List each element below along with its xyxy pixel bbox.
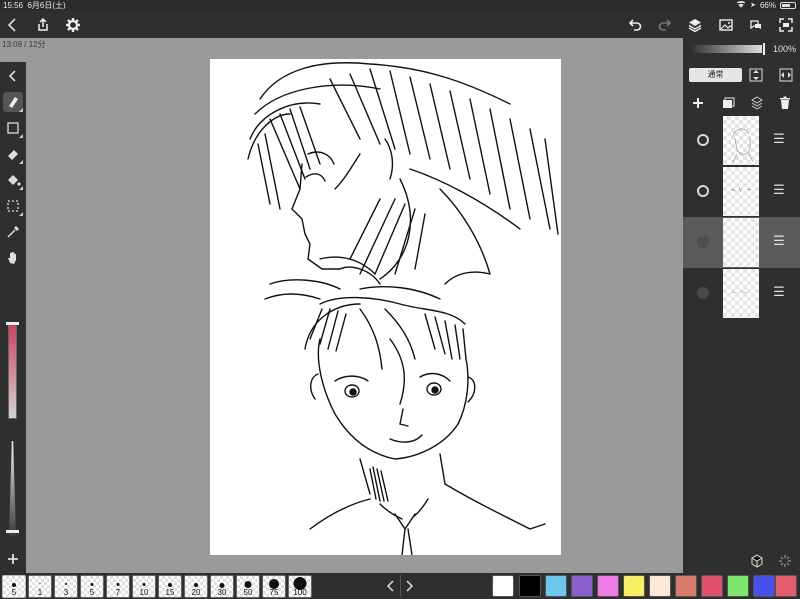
brush-size-slider[interactable] (8, 323, 17, 419)
layer-item[interactable]: ☰ (683, 268, 800, 319)
color-swatch[interactable] (623, 575, 645, 597)
drawing-timer: 13:08 / 12分 (2, 40, 46, 49)
loading-spinner-icon (777, 553, 793, 569)
brush-size-preset[interactable]: 50 (236, 575, 260, 598)
material-icon[interactable] (746, 15, 766, 35)
color-swatch[interactable] (649, 575, 671, 597)
layer-opacity-value: 100% (773, 44, 797, 54)
layer-thumbnail (723, 218, 759, 267)
brush-size-preset[interactable]: 5 (80, 575, 104, 598)
flip-horizontal-icon[interactable] (778, 67, 794, 83)
layers-icon[interactable] (685, 15, 705, 35)
layer-menu-icon[interactable]: ☰ (772, 285, 786, 299)
brush-size-preset[interactable]: 20 (184, 575, 208, 598)
status-time: 15:56 (3, 1, 24, 10)
selection-tool-icon[interactable] (3, 196, 23, 216)
brush-size-preset[interactable]: 100 (288, 575, 312, 598)
layer-item[interactable]: ☰ (683, 217, 800, 268)
brush-opacity-knob[interactable] (6, 530, 19, 533)
color-swatch[interactable] (753, 575, 775, 597)
brush-size-knob[interactable] (6, 322, 19, 325)
brush-size-preset[interactable]: 7 (106, 575, 130, 598)
trash-icon[interactable] (777, 95, 793, 111)
hand-tool-icon[interactable] (3, 248, 23, 268)
drawing-canvas[interactable] (210, 59, 561, 556)
layer-item[interactable]: ☰ (683, 166, 800, 217)
color-swatch[interactable] (519, 575, 541, 597)
brush-size-preset[interactable]: 30 (210, 575, 234, 598)
share-icon[interactable] (33, 15, 53, 35)
battery-level (782, 4, 790, 7)
color-swatch[interactable] (727, 575, 749, 597)
undo-icon[interactable] (625, 15, 645, 35)
color-swatch[interactable] (571, 575, 593, 597)
layer-menu-icon[interactable]: ☰ (772, 132, 786, 146)
layer-thumbnail (723, 116, 759, 165)
gear-icon[interactable] (63, 15, 83, 35)
location-icon: ➤ (750, 2, 756, 9)
brush-size-preset[interactable]: 1 (28, 575, 52, 598)
layer-menu-icon[interactable]: ☰ (772, 183, 786, 197)
battery-icon (780, 2, 796, 9)
layer-item[interactable]: ☰ (683, 115, 800, 166)
brush-size-preset[interactable]: 3 (54, 575, 78, 598)
add-layer-icon[interactable] (690, 95, 706, 111)
battery-percent: 66% (759, 1, 776, 10)
brush-size-preset[interactable]: 5 (2, 575, 26, 598)
brush-size-preset[interactable]: 10 (132, 575, 156, 598)
chevron-right-icon[interactable] (402, 578, 416, 594)
color-swatch[interactable] (545, 575, 567, 597)
image-icon[interactable] (716, 15, 736, 35)
redo-icon[interactable] (655, 15, 675, 35)
back-icon[interactable] (3, 15, 23, 35)
status-bar: 15:56 6月6日(土) ➤ 66% (0, 0, 800, 11)
status-date: 6月6日(土) (27, 1, 66, 10)
color-swatch[interactable] (701, 575, 723, 597)
top-toolbar (0, 11, 800, 38)
brush-size-preset[interactable]: 75 (262, 575, 286, 598)
eyedropper-tool-icon[interactable] (3, 222, 23, 242)
layer-visibility-toggle[interactable] (697, 236, 709, 248)
layer-thumbnail (723, 167, 759, 216)
duplicate-layer-icon[interactable] (720, 95, 736, 111)
color-swatch[interactable] (775, 575, 797, 597)
flip-vertical-icon[interactable] (748, 67, 764, 83)
layer-opacity-slider[interactable] (692, 45, 762, 53)
add-icon[interactable] (3, 549, 23, 569)
layer-visibility-toggle[interactable] (697, 185, 709, 197)
color-swatch[interactable] (492, 575, 514, 597)
merge-layer-icon[interactable] (749, 95, 765, 111)
fullscreen-icon[interactable] (776, 15, 796, 35)
fill-tool-icon[interactable] (3, 170, 23, 190)
eraser-tool-icon[interactable] (3, 144, 23, 164)
color-swatch[interactable] (675, 575, 697, 597)
brush-size-preset[interactable]: 15 (158, 575, 182, 598)
shape-tool-icon[interactable] (3, 118, 23, 138)
layer-opacity-knob[interactable] (763, 43, 765, 55)
chevron-left-icon[interactable] (384, 578, 398, 594)
blend-mode-button[interactable]: 通常 (689, 68, 742, 82)
divider (400, 575, 401, 597)
wifi-icon (736, 0, 746, 11)
collapse-icon[interactable] (3, 66, 23, 86)
layer-thumbnail (723, 269, 759, 318)
sketch-drawing (247, 62, 559, 556)
layer-visibility-toggle[interactable] (697, 134, 709, 146)
layer-material-icon[interactable] (749, 553, 765, 569)
layer-visibility-toggle[interactable] (697, 287, 709, 299)
brush-tool-icon[interactable] (3, 92, 23, 112)
color-swatch[interactable] (597, 575, 619, 597)
layer-menu-icon[interactable]: ☰ (772, 234, 786, 248)
